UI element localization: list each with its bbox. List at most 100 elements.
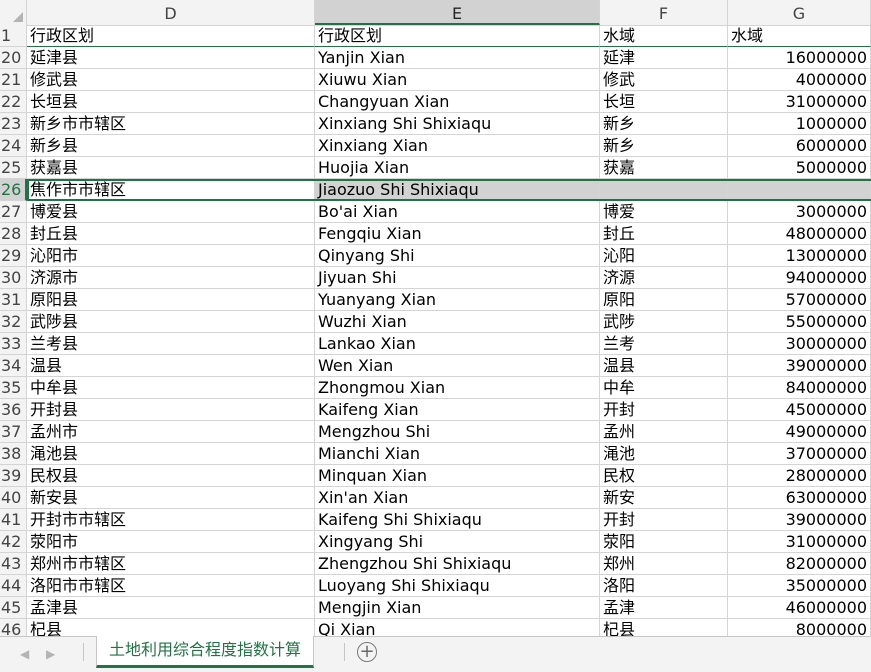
cell[interactable]: 焦作市市辖区	[27, 179, 315, 201]
cell[interactable]: Kaifeng Shi Shixiaqu	[315, 509, 600, 531]
cell[interactable]: 中牟	[600, 377, 728, 399]
cell[interactable]: 长垣	[600, 91, 728, 113]
cell[interactable]: 新乡	[600, 135, 728, 157]
cell[interactable]: 济源	[600, 267, 728, 289]
row-header[interactable]: 43	[0, 553, 27, 575]
row-header[interactable]: 23	[0, 113, 27, 135]
cell[interactable]: 延津	[600, 47, 728, 69]
cell[interactable]: 博爱	[600, 201, 728, 223]
cell[interactable]: 39000000	[728, 509, 871, 531]
cell[interactable]: Xinxiang Xian	[315, 135, 600, 157]
cell[interactable]: Kaifeng Xian	[315, 399, 600, 421]
cell[interactable]: 孟州市	[27, 421, 315, 443]
cell[interactable]: Xinxiang Shi Shixiaqu	[315, 113, 600, 135]
row-header[interactable]: 20	[0, 47, 27, 69]
cell[interactable]: Fengqiu Xian	[315, 223, 600, 245]
cell[interactable]: 28000000	[728, 465, 871, 487]
cell[interactable]: Mengzhou Shi	[315, 421, 600, 443]
cell[interactable]: 行政区划	[27, 25, 315, 47]
cell[interactable]	[728, 179, 871, 201]
cell[interactable]: 延津县	[27, 47, 315, 69]
cell[interactable]: Wen Xian	[315, 355, 600, 377]
cell[interactable]: 94000000	[728, 267, 871, 289]
row-header[interactable]: 30	[0, 267, 27, 289]
cell[interactable]: Xingyang Shi	[315, 531, 600, 553]
row-header[interactable]: 33	[0, 333, 27, 355]
cell[interactable]: 55000000	[728, 311, 871, 333]
cell[interactable]: 新乡	[600, 113, 728, 135]
row-header[interactable]: 21	[0, 69, 27, 91]
cell[interactable]: 荥阳	[600, 531, 728, 553]
row-header[interactable]: 22	[0, 91, 27, 113]
row-header[interactable]: 40	[0, 487, 27, 509]
row-header[interactable]: 38	[0, 443, 27, 465]
cell[interactable]: Xiuwu Xian	[315, 69, 600, 91]
cell[interactable]: 兰考	[600, 333, 728, 355]
cell[interactable]: Minquan Xian	[315, 465, 600, 487]
row-header[interactable]: 26	[0, 179, 27, 201]
cell[interactable]: 武陟县	[27, 311, 315, 333]
row-header[interactable]: 37	[0, 421, 27, 443]
column-header-d[interactable]: D	[27, 0, 315, 25]
cell[interactable]: 新乡市市辖区	[27, 113, 315, 135]
cell[interactable]: Qi Xian	[315, 619, 600, 636]
row-header[interactable]: 46	[0, 619, 27, 636]
cell[interactable]: 封丘县	[27, 223, 315, 245]
cell[interactable]: 长垣县	[27, 91, 315, 113]
cell[interactable]: 获嘉县	[27, 157, 315, 179]
cell[interactable]: 武陟	[600, 311, 728, 333]
cell[interactable]: Jiaozuo Shi Shixiaqu	[315, 179, 600, 201]
row-header[interactable]: 35	[0, 377, 27, 399]
cell[interactable]: 46000000	[728, 597, 871, 619]
cell[interactable]: 中牟县	[27, 377, 315, 399]
cell[interactable]: 新乡县	[27, 135, 315, 157]
sheet-tab-active[interactable]: 土地利用综合程度指数计算	[96, 636, 315, 668]
select-all-corner[interactable]	[0, 0, 27, 25]
cell[interactable]: 郑州市市辖区	[27, 553, 315, 575]
row-header[interactable]: 45	[0, 597, 27, 619]
column-header-e[interactable]: E	[315, 0, 600, 25]
row-header[interactable]: 27	[0, 201, 27, 223]
cell[interactable]: 郑州	[600, 553, 728, 575]
cell[interactable]: 开封市市辖区	[27, 509, 315, 531]
cell[interactable]: 8000000	[728, 619, 871, 636]
cell[interactable]: 孟津县	[27, 597, 315, 619]
cell[interactable]: 48000000	[728, 223, 871, 245]
cell[interactable]: Zhengzhou Shi Shixiaqu	[315, 553, 600, 575]
cell[interactable]: 兰考县	[27, 333, 315, 355]
cell[interactable]: Yuanyang Xian	[315, 289, 600, 311]
cell[interactable]: 新安	[600, 487, 728, 509]
cell[interactable]: 37000000	[728, 443, 871, 465]
cell[interactable]: 1000000	[728, 113, 871, 135]
cell[interactable]: 6000000	[728, 135, 871, 157]
cell[interactable]: 63000000	[728, 487, 871, 509]
cell[interactable]: 原阳县	[27, 289, 315, 311]
spreadsheet-grid[interactable]: D E F G 1 行政区划 行政区划 水域 水域 20 延津县 Yanjin Xi…	[0, 0, 871, 636]
cell[interactable]: 4000000	[728, 69, 871, 91]
cell[interactable]: 水域	[600, 25, 728, 47]
row-header[interactable]: 24	[0, 135, 27, 157]
cell[interactable]: Changyuan Xian	[315, 91, 600, 113]
cell[interactable]: 洛阳市市辖区	[27, 575, 315, 597]
cell[interactable]: 沁阳市	[27, 245, 315, 267]
cell[interactable]: Mengjin Xian	[315, 597, 600, 619]
row-header[interactable]: 39	[0, 465, 27, 487]
cell[interactable]: 杞县	[600, 619, 728, 636]
cell[interactable]: 原阳	[600, 289, 728, 311]
cell[interactable]: 45000000	[728, 399, 871, 421]
row-header[interactable]: 25	[0, 157, 27, 179]
row-header[interactable]: 34	[0, 355, 27, 377]
add-sheet-icon[interactable]: +	[357, 642, 377, 662]
cell[interactable]: 洛阳	[600, 575, 728, 597]
cell[interactable]: 57000000	[728, 289, 871, 311]
cell[interactable]: 30000000	[728, 333, 871, 355]
cell[interactable]: 民权	[600, 465, 728, 487]
row-header[interactable]: 41	[0, 509, 27, 531]
row-header[interactable]: 29	[0, 245, 27, 267]
cell[interactable]: 35000000	[728, 575, 871, 597]
row-header[interactable]: 32	[0, 311, 27, 333]
cell[interactable]: Bo'ai Xian	[315, 201, 600, 223]
cell[interactable]: 杞县	[27, 619, 315, 636]
cell[interactable]: Qinyang Shi	[315, 245, 600, 267]
cell[interactable]: 温县	[600, 355, 728, 377]
